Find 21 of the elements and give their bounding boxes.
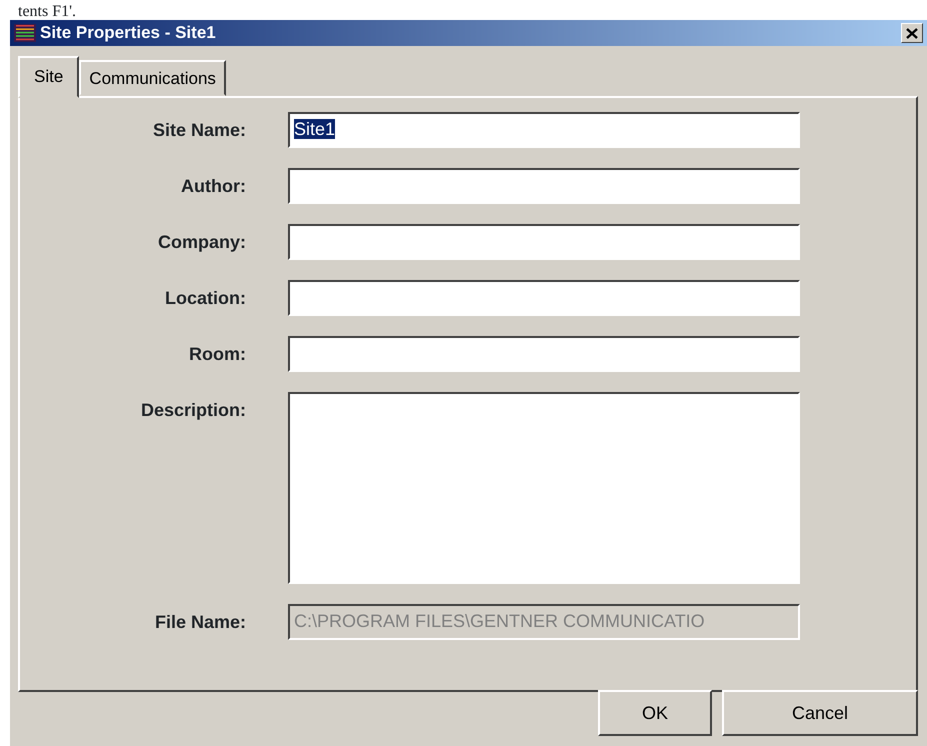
field-label: Location: [164, 287, 246, 310]
field-label: Room: [188, 343, 246, 366]
text-field[interactable] [288, 280, 800, 316]
cancel-button[interactable]: Cancel [722, 690, 918, 736]
field-label: Author: [180, 175, 246, 198]
text-field[interactable] [288, 336, 800, 372]
close-button[interactable] [901, 23, 923, 43]
close-icon [906, 28, 918, 38]
field-label: Company: [156, 231, 246, 254]
field-label: Site Name: [152, 119, 246, 142]
app-icon [14, 24, 36, 42]
window-title: Site Properties - Site1 [40, 22, 216, 44]
text-field[interactable] [288, 224, 800, 260]
text-field[interactable]: Site1 [288, 112, 800, 148]
text-field[interactable] [288, 168, 800, 204]
field-label: Description: [140, 399, 246, 422]
clipped-text: tents F1'. [17, 2, 76, 22]
field-label: File Name: [154, 611, 246, 634]
tab[interactable]: Communications [79, 60, 226, 96]
tab[interactable]: Site [18, 56, 80, 98]
ok-button[interactable]: OK [598, 690, 712, 736]
